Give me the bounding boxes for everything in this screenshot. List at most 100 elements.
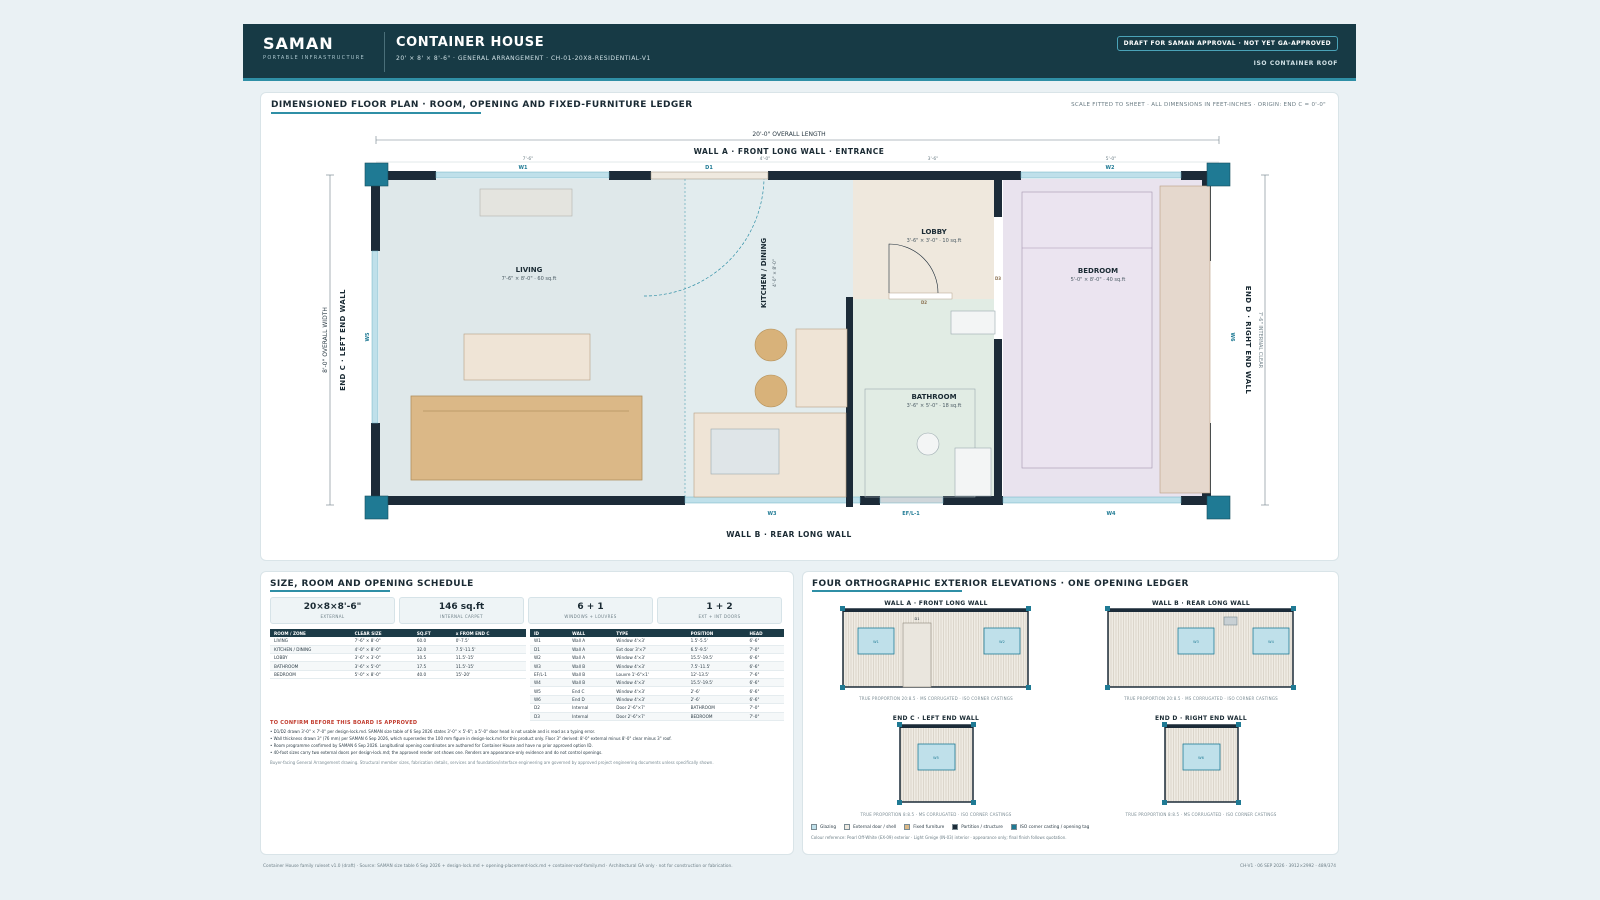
room-bedroom-size: 5'-0" × 8'-0" · 40 sq.ft (1071, 277, 1126, 283)
table-cell: KITCHEN / DINING (270, 645, 351, 654)
stat-label: EXTERNAL (320, 614, 345, 619)
elevation-end-c: W5 (897, 722, 976, 805)
table-cell: 7'-0" (745, 645, 784, 654)
stat-label: INTERNAL CARPET (440, 614, 483, 619)
stat-value: 146 sq.ft (438, 602, 485, 612)
room-bedroom-name: BEDROOM (1078, 267, 1118, 275)
room-bathroom-size: 3'-6" × 5'-0" · 18 sq.ft (907, 403, 962, 409)
stat-value: 1 + 2 (706, 602, 733, 612)
overall-length-dimension: 20'-0" OVERALL LENGTH (375, 131, 1220, 144)
table-cell: End C (568, 686, 613, 696)
legend-swatch-casting (1010, 824, 1017, 830)
overall-width-dimension: 8'-0" OVERALL WIDTH (322, 174, 334, 506)
disclaimer-text: Buyer-facing General Arrangement drawing… (270, 760, 714, 765)
tag-w6: W6 (1229, 333, 1235, 343)
legend-label: Glazing (820, 824, 837, 830)
table-cell: 6'-6" (745, 653, 784, 663)
stat-value: 6 + 1 (577, 602, 604, 612)
dim-lobby: 3'-6" (928, 156, 939, 162)
table-cell: Louvre 1'-6"×1' (612, 670, 687, 680)
legend-label: ISO corner casting / opening tag (1019, 824, 1090, 830)
table-cell: W6 (530, 695, 569, 705)
wc-pan (954, 447, 992, 497)
table-cell: 15'-20' (451, 670, 526, 680)
footer-source-note: Container House family ruleset v1.0 (dra… (263, 864, 733, 869)
table-cell: 6.5'-9.5' (686, 645, 746, 654)
table-cell: Door 2'-6"×7' (612, 703, 687, 713)
wall-d-label: END D · RIGHT END WALL (1244, 286, 1252, 395)
floor-plan-drawing: 20'-0" OVERALL LENGTH WALL A · FRONT LON… (322, 131, 1269, 539)
dim-kitchen: 4'-0" (760, 156, 771, 162)
table-cell: 1.5'-5.5' (686, 637, 746, 646)
col-header: CLEAR SIZE (350, 629, 413, 638)
corner-casting (364, 162, 389, 187)
table-cell: W2 (530, 653, 569, 663)
dim-living: 7'-6" (523, 156, 534, 162)
confirm-item: • Wall thickness drawn 3" (76 mm) per SA… (270, 736, 672, 741)
legend: Glazing External door / shell Fixed furn… (811, 824, 1089, 830)
roof-type-label: ISO CONTAINER ROOF (1253, 60, 1338, 67)
label-d1: D1 (915, 617, 920, 621)
legend-swatch-glazing (811, 824, 817, 830)
table-cell: Wall A (568, 637, 613, 646)
corner-casting (364, 495, 389, 520)
corner-casting (1206, 162, 1231, 187)
legend-swatch-furniture (904, 824, 911, 830)
table-cell: 40.0 (412, 670, 452, 680)
table-cell: 6'-6" (745, 678, 784, 688)
corner-casting (1206, 495, 1231, 520)
table-cell: LOBBY (270, 653, 351, 663)
room-kitchen-size: 4'-0" × 8'-0" (772, 259, 778, 287)
wall-b-label: WALL B · REAR LONG WALL (726, 530, 852, 539)
tag-d3: D3 (995, 276, 1001, 281)
table-cell: 7.5'-11.5' (686, 661, 746, 671)
table-cell: Internal (568, 703, 613, 713)
table-row: D1 Wall A Ext door 3'×7' 6.5'-9.5' 7'-0" (530, 645, 784, 654)
table-cell: Wall B (568, 661, 613, 671)
table-cell: Wall A (568, 645, 613, 654)
table-cell: 7'-0" (745, 712, 784, 721)
table-cell: End D (568, 695, 613, 705)
label-w4: W4 (1268, 640, 1274, 644)
table-cell: 3'-6" × 3'-0" (350, 653, 413, 663)
louvre-efl1 (1223, 616, 1238, 626)
footer-sheet-ref: CH-V1 · 06 SEP 2026 · 3912×2992 · 489/37… (1240, 864, 1336, 869)
elevations-panel: FOUR ORTHOGRAPHIC EXTERIOR ELEVATIONS · … (802, 571, 1339, 855)
table-cell: Wall A (568, 653, 613, 663)
table-cell: 15.5'-19.5' (686, 653, 746, 663)
table-row: EF/L-1 Wall B Louvre 1'-6"×1' 12'-13.5' 7'-6… (530, 670, 784, 680)
label-w6: W6 (1198, 756, 1204, 760)
table-cell: D3 (530, 712, 569, 721)
brand-subtitle: PORTABLE INFRASTRUCTURE (263, 55, 365, 61)
table-cell: Window 4'×3' (612, 678, 687, 688)
table-cell: W4 (530, 678, 569, 688)
label-w5: W5 (933, 756, 939, 760)
color-reference-note: Colour reference: Pearl Off-White (EX-09… (811, 835, 1067, 840)
stat-card-carpet: 146 sq.ft INTERNAL CARPET (399, 597, 524, 624)
dim-bedroom: 5'-0" (1106, 156, 1117, 162)
header-divider (384, 32, 385, 72)
legend-swatch-structure (952, 824, 959, 830)
table-cell: 11.5'-15' (451, 653, 526, 663)
wall-c-label: END C · LEFT END WALL (339, 289, 347, 391)
elevation-wall-b: W3 W4 (1105, 606, 1296, 690)
table-row: W5 End C Window 4'×3' 2'-6' 6'-6" (530, 686, 784, 696)
table-cell: Window 4'×3' (612, 653, 687, 663)
table-cell: 17.5 (412, 661, 452, 671)
schedule-panel: SIZE, ROOM AND OPENING SCHEDULE 20×8×8'-… (260, 571, 794, 855)
legend-item: Fixed furniture (904, 824, 944, 830)
wardrobe (1159, 185, 1211, 494)
table-cell: 6'-6" (745, 637, 784, 646)
title-block-header: SAMAN PORTABLE INFRASTRUCTURE CONTAINER … (243, 24, 1356, 81)
tag-w4: W4 (1107, 511, 1117, 517)
table-cell: 11.5'-15' (451, 661, 526, 671)
table-row: W2 Wall A Window 4'×3' 15.5'-19.5' 6'-6" (530, 653, 784, 663)
table-cell: D2 (530, 703, 569, 713)
label-w3: W3 (1193, 640, 1199, 644)
table-cell: BATHROOM (686, 703, 746, 713)
overall-length-label: 20'-0" OVERALL LENGTH (752, 131, 825, 138)
table-cell: W3 (530, 661, 569, 671)
brand-logo: SAMAN (263, 34, 334, 53)
table-cell: Internal (568, 712, 613, 721)
table-row: W3 Wall B Window 4'×3' 7.5'-11.5' 6'-6" (530, 661, 784, 671)
